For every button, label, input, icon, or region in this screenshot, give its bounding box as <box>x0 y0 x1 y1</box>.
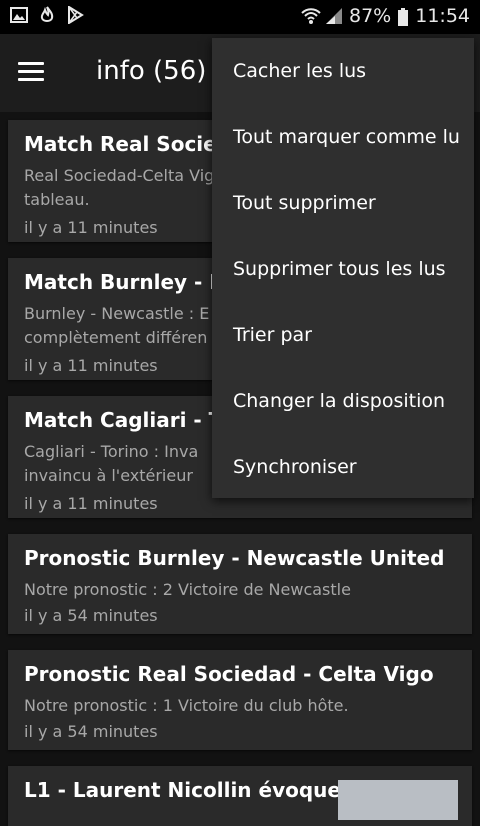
article-time: il y a 11 minutes <box>24 218 158 237</box>
menu-item-delete-read[interactable]: Supprimer tous les lus <box>212 236 474 302</box>
article-card[interactable]: Pronostic Real Sociedad - Celta Vigo Not… <box>8 650 472 750</box>
page-title: info (56) <box>96 56 207 86</box>
article-title: L1 - Laurent Nicollin évoque le <box>24 778 369 802</box>
overflow-menu: Cacher les lus Tout marquer comme lu Tou… <box>212 38 474 498</box>
menu-item-mark-all-read[interactable]: Tout marquer comme lu <box>212 104 474 170</box>
article-time: il y a 54 minutes <box>24 606 158 625</box>
menu-item-change-layout[interactable]: Changer la disposition <box>212 368 474 434</box>
menu-icon[interactable] <box>18 62 44 82</box>
menu-item-sort-by[interactable]: Trier par <box>212 302 474 368</box>
battery-percent: 87% <box>349 5 392 27</box>
gallery-icon <box>10 6 28 24</box>
article-summary: Notre pronostic : 1 Victoire du club hôt… <box>24 696 349 715</box>
menu-item-hide-read[interactable]: Cacher les lus <box>212 38 474 104</box>
flame-icon <box>38 6 56 24</box>
article-title: Pronostic Real Sociedad - Celta Vigo <box>24 662 434 686</box>
article-card[interactable]: Pronostic Burnley - Newcastle United Not… <box>8 534 472 634</box>
signal-icon <box>325 7 343 25</box>
article-title: Pronostic Burnley - Newcastle United <box>24 546 445 570</box>
clock: 11:54 <box>415 5 470 27</box>
article-time: il y a 54 minutes <box>24 722 158 741</box>
battery-icon <box>397 7 409 26</box>
article-thumbnail <box>338 780 458 820</box>
play-store-icon <box>66 5 84 25</box>
menu-item-delete-all[interactable]: Tout supprimer <box>212 170 474 236</box>
article-card[interactable]: L1 - Laurent Nicollin évoque le <box>8 766 472 826</box>
article-time: il y a 11 minutes <box>24 356 158 375</box>
status-bar: 87% 11:54 <box>0 0 480 34</box>
article-summary: Notre pronostic : 2 Victoire de Newcastl… <box>24 580 351 599</box>
wifi-icon <box>301 7 321 25</box>
article-time: il y a 11 minutes <box>24 494 158 513</box>
menu-item-sync[interactable]: Synchroniser <box>212 434 474 500</box>
